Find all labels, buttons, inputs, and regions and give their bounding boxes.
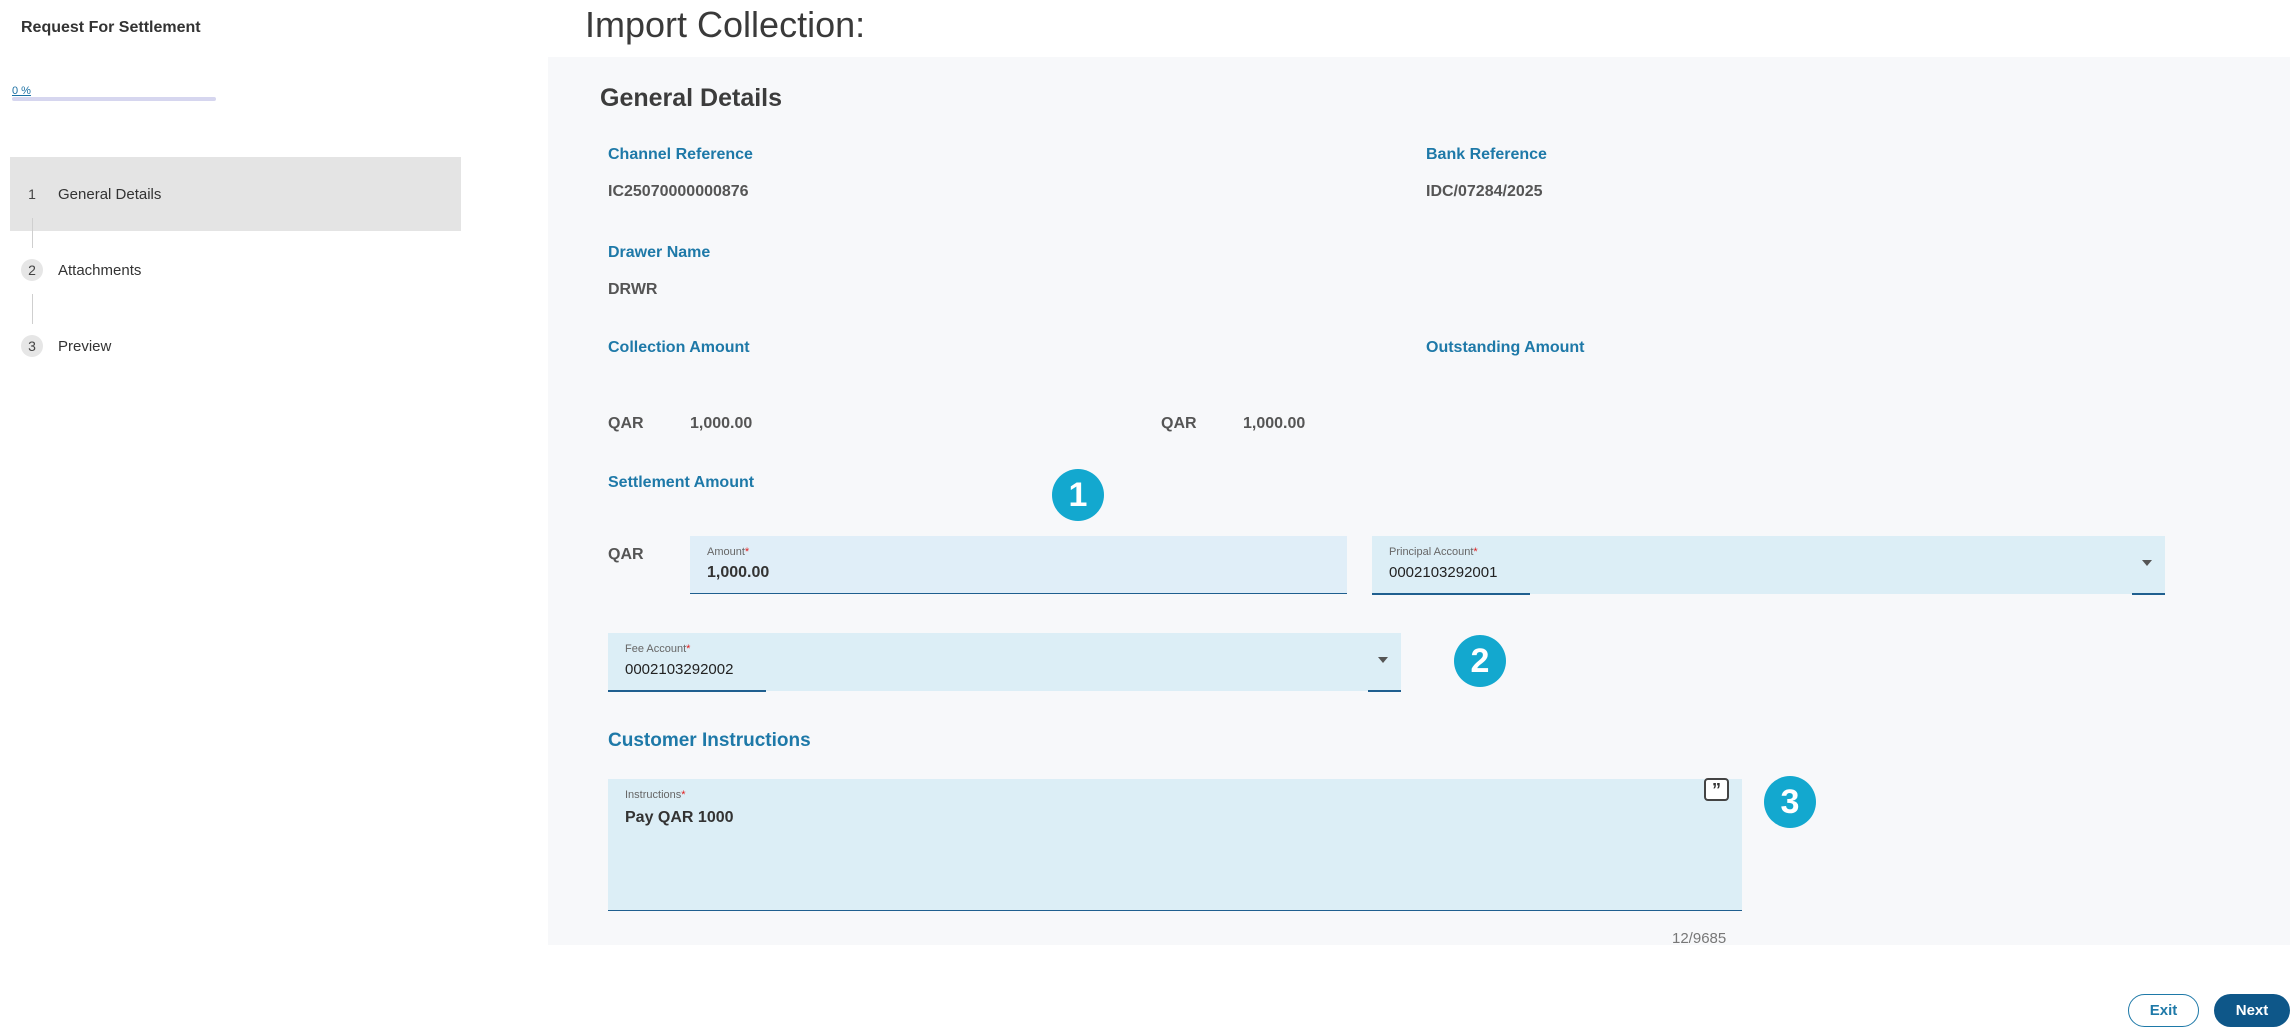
instructions-label: Instructions* — [625, 789, 686, 801]
step-label: Preview — [58, 337, 112, 355]
step-number: 1 — [28, 186, 36, 202]
channel-reference-label: Channel Reference — [608, 146, 753, 163]
amount-field-label: Amount* — [707, 546, 749, 558]
bank-reference-label: Bank Reference — [1426, 146, 1547, 163]
principal-account-label-text: Principal Account — [1389, 546, 1474, 558]
field-underline — [1368, 690, 1401, 692]
required-marker: * — [686, 643, 691, 655]
chevron-down-icon[interactable] — [2142, 560, 2152, 566]
fee-account-label-text: Fee Account — [625, 643, 687, 655]
progress-label: 0 % — [12, 85, 31, 97]
field-underline — [608, 690, 766, 692]
amount-input[interactable]: 1,000.00 — [707, 564, 769, 582]
section-title: General Details — [600, 84, 783, 112]
settlement-amount-label: Settlement Amount — [608, 474, 755, 491]
bank-reference-value: IDC/07284/2025 — [1426, 183, 1543, 200]
field-underline — [2132, 593, 2165, 595]
instructions-value[interactable]: Pay QAR 1000 — [625, 809, 734, 827]
drawer-name-value: DRWR — [608, 281, 658, 298]
instructions-textarea[interactable]: Instructions* Pay QAR 1000 ” — [608, 778, 1742, 911]
collection-amount-label: Collection Amount — [608, 339, 750, 356]
step-number: 3 — [21, 335, 43, 357]
step-badge-3: 3 — [1764, 776, 1816, 828]
principal-account-value: 0002103292001 — [1389, 564, 1498, 581]
quote-icon[interactable]: ” — [1704, 778, 1729, 801]
step-badge-2: 2 — [1454, 635, 1506, 687]
fee-account-value: 0002103292002 — [625, 661, 734, 678]
chevron-down-icon[interactable] — [1378, 657, 1388, 663]
instructions-label-text: Instructions — [625, 789, 682, 801]
collection-amount-value: 1,000.00 — [690, 415, 753, 432]
required-marker: * — [681, 789, 686, 801]
outstanding-amount-label: Outstanding Amount — [1426, 339, 1585, 356]
principal-account-select[interactable]: Principal Account* 0002103292001 — [1372, 536, 2165, 595]
sidebar: Request For Settlement 0 % 1 General Det… — [0, 0, 470, 1028]
field-underline — [1372, 593, 1530, 595]
sidebar-title: Request For Settlement — [21, 19, 201, 36]
step-label: General Details — [58, 185, 162, 203]
settlement-currency: QAR — [608, 546, 644, 563]
next-button[interactable]: Next — [2214, 994, 2290, 1027]
step-badge-1: 1 — [1052, 469, 1104, 521]
outstanding-amount-value: 1,000.00 — [1243, 415, 1306, 432]
exit-button[interactable]: Exit — [2128, 994, 2199, 1027]
progress-bar — [12, 97, 216, 101]
step-label: Attachments — [58, 261, 142, 279]
character-counter: 12/9685 — [1672, 930, 1727, 947]
required-marker: * — [744, 546, 750, 558]
drawer-name-label: Drawer Name — [608, 244, 711, 261]
collection-currency: QAR — [608, 415, 644, 432]
channel-reference-value: IC25070000000876 — [608, 183, 749, 200]
outstanding-currency: QAR — [1161, 415, 1197, 432]
required-marker: * — [1473, 546, 1478, 558]
step-number: 2 — [21, 259, 43, 281]
step-general-details[interactable]: 1 General Details — [10, 157, 461, 231]
amount-label-text: Amount — [707, 546, 745, 558]
page-title: Import Collection: — [585, 4, 866, 45]
fee-account-label: Fee Account* — [625, 643, 690, 655]
step-attachments[interactable]: 2 Attachments — [10, 233, 461, 307]
customer-instructions-title: Customer Instructions — [608, 730, 811, 751]
step-preview[interactable]: 3 Preview — [10, 309, 461, 383]
amount-field[interactable]: Amount* 1,000.00 — [690, 536, 1347, 594]
fee-account-select[interactable]: Fee Account* 0002103292002 — [608, 633, 1401, 692]
principal-account-label: Principal Account* — [1389, 546, 1478, 558]
